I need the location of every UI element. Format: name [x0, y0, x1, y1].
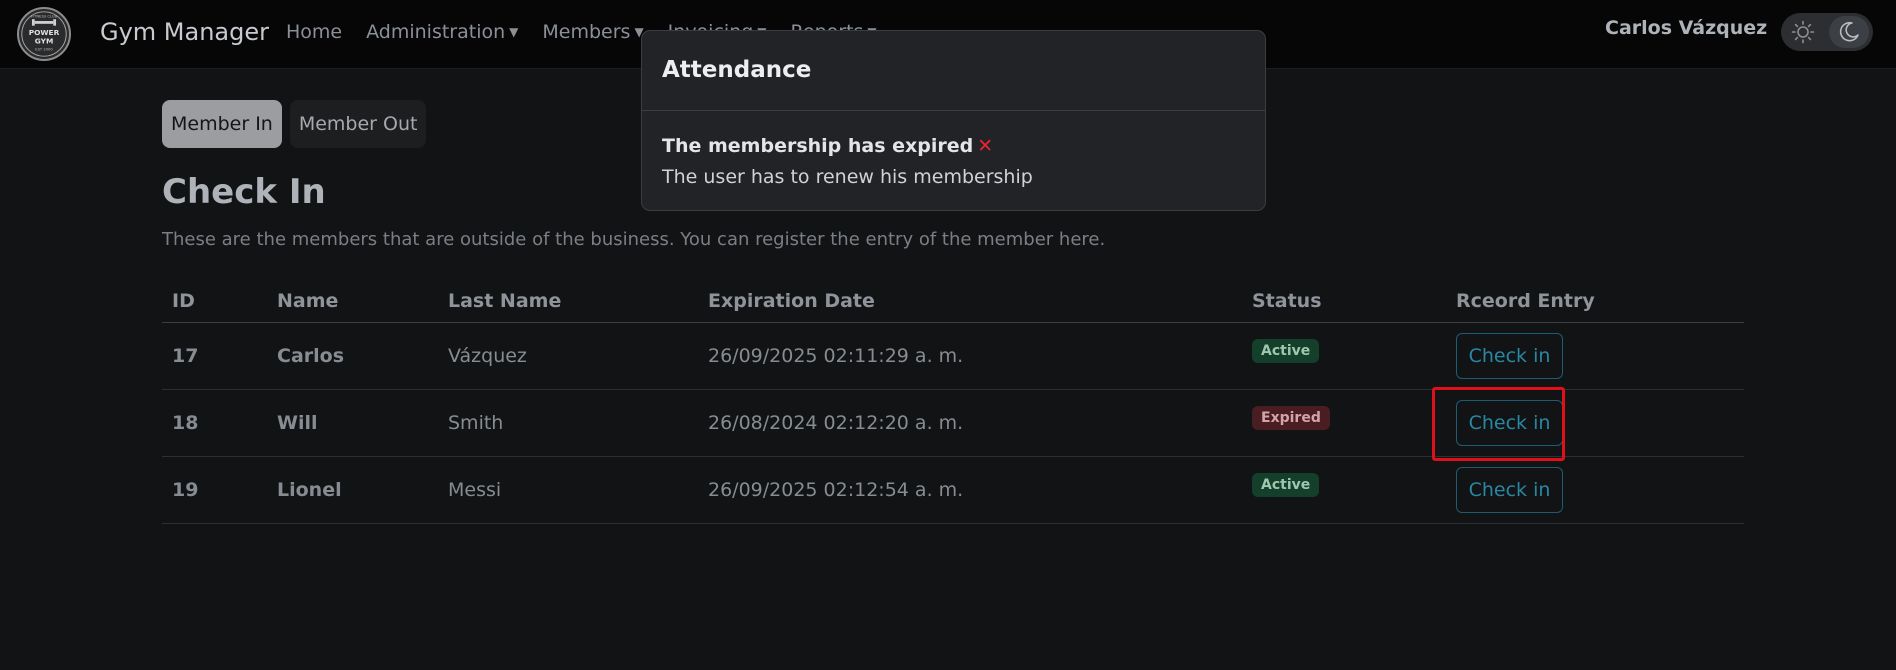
- table-row: 19 Lionel Messi 26/09/2025 02:12:54 a. m…: [162, 456, 1744, 524]
- error-x-icon: ✕: [977, 135, 994, 157]
- members-table: ID Name Last Name Expiration Date Status…: [162, 280, 1744, 524]
- cell-last-name: Smith: [438, 389, 698, 457]
- user-name[interactable]: Carlos Vázquez: [1605, 17, 1767, 39]
- gym-logo-graphic: FITNESS CLUB POWER GYM EST 2000: [21, 11, 67, 57]
- svg-text:GYM: GYM: [35, 36, 54, 45]
- nav-item-members[interactable]: Members ▼: [542, 21, 643, 43]
- gym-logo[interactable]: FITNESS CLUB POWER GYM EST 2000: [17, 7, 71, 61]
- member-tabs: Member In Member Out: [162, 100, 427, 148]
- nav-item-administration[interactable]: Administration ▼: [366, 21, 518, 43]
- cell-name: Carlos: [267, 322, 438, 390]
- cell-id: 18: [162, 389, 267, 457]
- attendance-modal: Attendance The membership has expired ✕ T…: [641, 30, 1266, 211]
- table-header-row: ID Name Last Name Expiration Date Status…: [162, 280, 1744, 323]
- column-header-record-entry: Rceord Entry: [1446, 280, 1744, 323]
- cell-id: 19: [162, 456, 267, 524]
- status-badge: Active: [1252, 472, 1320, 497]
- cell-expiration: 26/09/2025 02:11:29 a. m.: [698, 322, 1242, 390]
- cell-status: Expired: [1242, 389, 1446, 457]
- modal-message: The membership has expired ✕: [662, 135, 993, 157]
- moon-icon[interactable]: [1829, 16, 1869, 48]
- nav-item-members-label: Members: [542, 21, 631, 43]
- column-header-name: Name: [267, 280, 438, 323]
- tab-member-in[interactable]: Member In: [162, 100, 282, 148]
- cell-action: Check in: [1446, 389, 1744, 457]
- check-in-button[interactable]: Check in: [1456, 467, 1563, 513]
- cell-status: Active: [1242, 456, 1446, 524]
- modal-title: Attendance: [662, 57, 812, 83]
- check-in-button[interactable]: Check in: [1456, 400, 1563, 446]
- nav-item-administration-label: Administration: [366, 21, 506, 43]
- cell-expiration: 26/09/2025 02:12:54 a. m.: [698, 456, 1242, 524]
- cell-action: Check in: [1446, 322, 1744, 390]
- modal-message-text: The membership has expired: [662, 135, 974, 157]
- cell-expiration: 26/08/2024 02:12:20 a. m.: [698, 389, 1242, 457]
- cell-action: Check in: [1446, 456, 1744, 524]
- cell-last-name: Messi: [438, 456, 698, 524]
- page-title: Check In: [162, 172, 326, 212]
- table-row: 17 Carlos Vázquez 26/09/2025 02:11:29 a.…: [162, 322, 1744, 390]
- cell-status: Active: [1242, 322, 1446, 390]
- column-header-status: Status: [1242, 280, 1446, 323]
- column-header-last-name: Last Name: [438, 280, 698, 323]
- modal-header: Attendance: [642, 31, 1265, 111]
- status-badge: Expired: [1252, 405, 1330, 430]
- column-header-expiration: Expiration Date: [698, 280, 1242, 323]
- cell-name: Will: [267, 389, 438, 457]
- page-description: These are the members that are outside o…: [162, 229, 1106, 250]
- svg-text:EST 2000: EST 2000: [35, 48, 53, 52]
- modal-submessage: The user has to renew his membership: [662, 166, 1033, 188]
- sun-icon[interactable]: [1787, 16, 1819, 48]
- nav-item-home[interactable]: Home: [286, 21, 342, 43]
- check-in-button[interactable]: Check in: [1456, 333, 1563, 379]
- caret-down-icon: ▼: [509, 25, 519, 39]
- nav-item-home-label: Home: [286, 21, 343, 43]
- table-row: 18 Will Smith 26/08/2024 02:12:20 a. m. …: [162, 389, 1744, 457]
- brand-title[interactable]: Gym Manager: [100, 18, 269, 46]
- column-header-id: ID: [162, 280, 267, 323]
- theme-toggle[interactable]: [1781, 13, 1873, 51]
- cell-id: 17: [162, 322, 267, 390]
- cell-name: Lionel: [267, 456, 438, 524]
- svg-text:FITNESS CLUB: FITNESS CLUB: [31, 14, 58, 18]
- tab-member-out[interactable]: Member Out: [289, 100, 427, 148]
- status-badge: Active: [1252, 338, 1320, 363]
- cell-last-name: Vázquez: [438, 322, 698, 390]
